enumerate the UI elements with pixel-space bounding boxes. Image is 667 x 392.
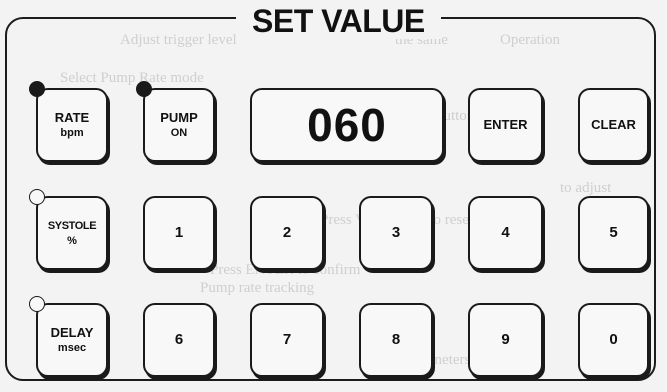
digit-label: 4	[501, 224, 510, 241]
pump-led-indicator	[136, 81, 152, 97]
digit-7-button[interactable]: 7	[250, 303, 324, 377]
digit-1-button[interactable]: 1	[143, 196, 215, 270]
digit-5-button[interactable]: 5	[578, 196, 649, 270]
digit-label: 5	[609, 224, 618, 241]
digit-label: 6	[174, 331, 184, 348]
delay-button-unit: msec	[57, 342, 87, 354]
digit-label: 2	[282, 224, 292, 241]
systole-button[interactable]: SYSTOLE %	[29, 189, 108, 270]
delay-button[interactable]: DELAY msec	[29, 296, 108, 377]
digit-9-button[interactable]: 9	[468, 303, 543, 377]
digit-4-button[interactable]: 4	[468, 196, 543, 270]
digit-label: 1	[174, 224, 184, 241]
digit-8-button[interactable]: 8	[359, 303, 433, 377]
clear-button-label: CLEAR	[591, 117, 636, 132]
digit-label: 9	[501, 331, 510, 348]
digit-2-button[interactable]: 2	[250, 196, 324, 270]
digit-6-button[interactable]: 6	[143, 303, 215, 377]
digit-label: 7	[282, 331, 292, 348]
enter-button-label: ENTER	[483, 117, 528, 132]
rate-button-unit: bpm	[60, 127, 84, 139]
enter-button[interactable]: ENTER	[468, 88, 543, 162]
delay-led-indicator	[29, 296, 45, 312]
rate-led-indicator	[29, 81, 45, 97]
delay-button-label: DELAY	[50, 325, 94, 340]
digit-label: 8	[391, 331, 401, 348]
clear-button[interactable]: CLEAR	[578, 88, 649, 162]
digit-0-button[interactable]: 0	[578, 303, 649, 377]
systole-button-unit: %	[67, 235, 77, 247]
digit-label: 0	[609, 331, 618, 348]
value-display: 060	[250, 88, 444, 162]
pump-button-label: PUMP	[160, 110, 198, 125]
digit-3-button[interactable]: 3	[359, 196, 433, 270]
display-value: 060	[307, 99, 387, 151]
pump-on-button[interactable]: PUMP ON	[136, 81, 215, 162]
rate-button-label: RATE	[54, 110, 90, 125]
digit-label: 3	[391, 224, 401, 241]
systole-button-label: SYSTOLE	[47, 220, 97, 232]
panel-title: SET VALUE	[236, 3, 441, 39]
pump-button-state: ON	[170, 127, 188, 139]
rate-button[interactable]: RATE bpm	[29, 81, 108, 162]
systole-led-indicator	[29, 189, 45, 205]
